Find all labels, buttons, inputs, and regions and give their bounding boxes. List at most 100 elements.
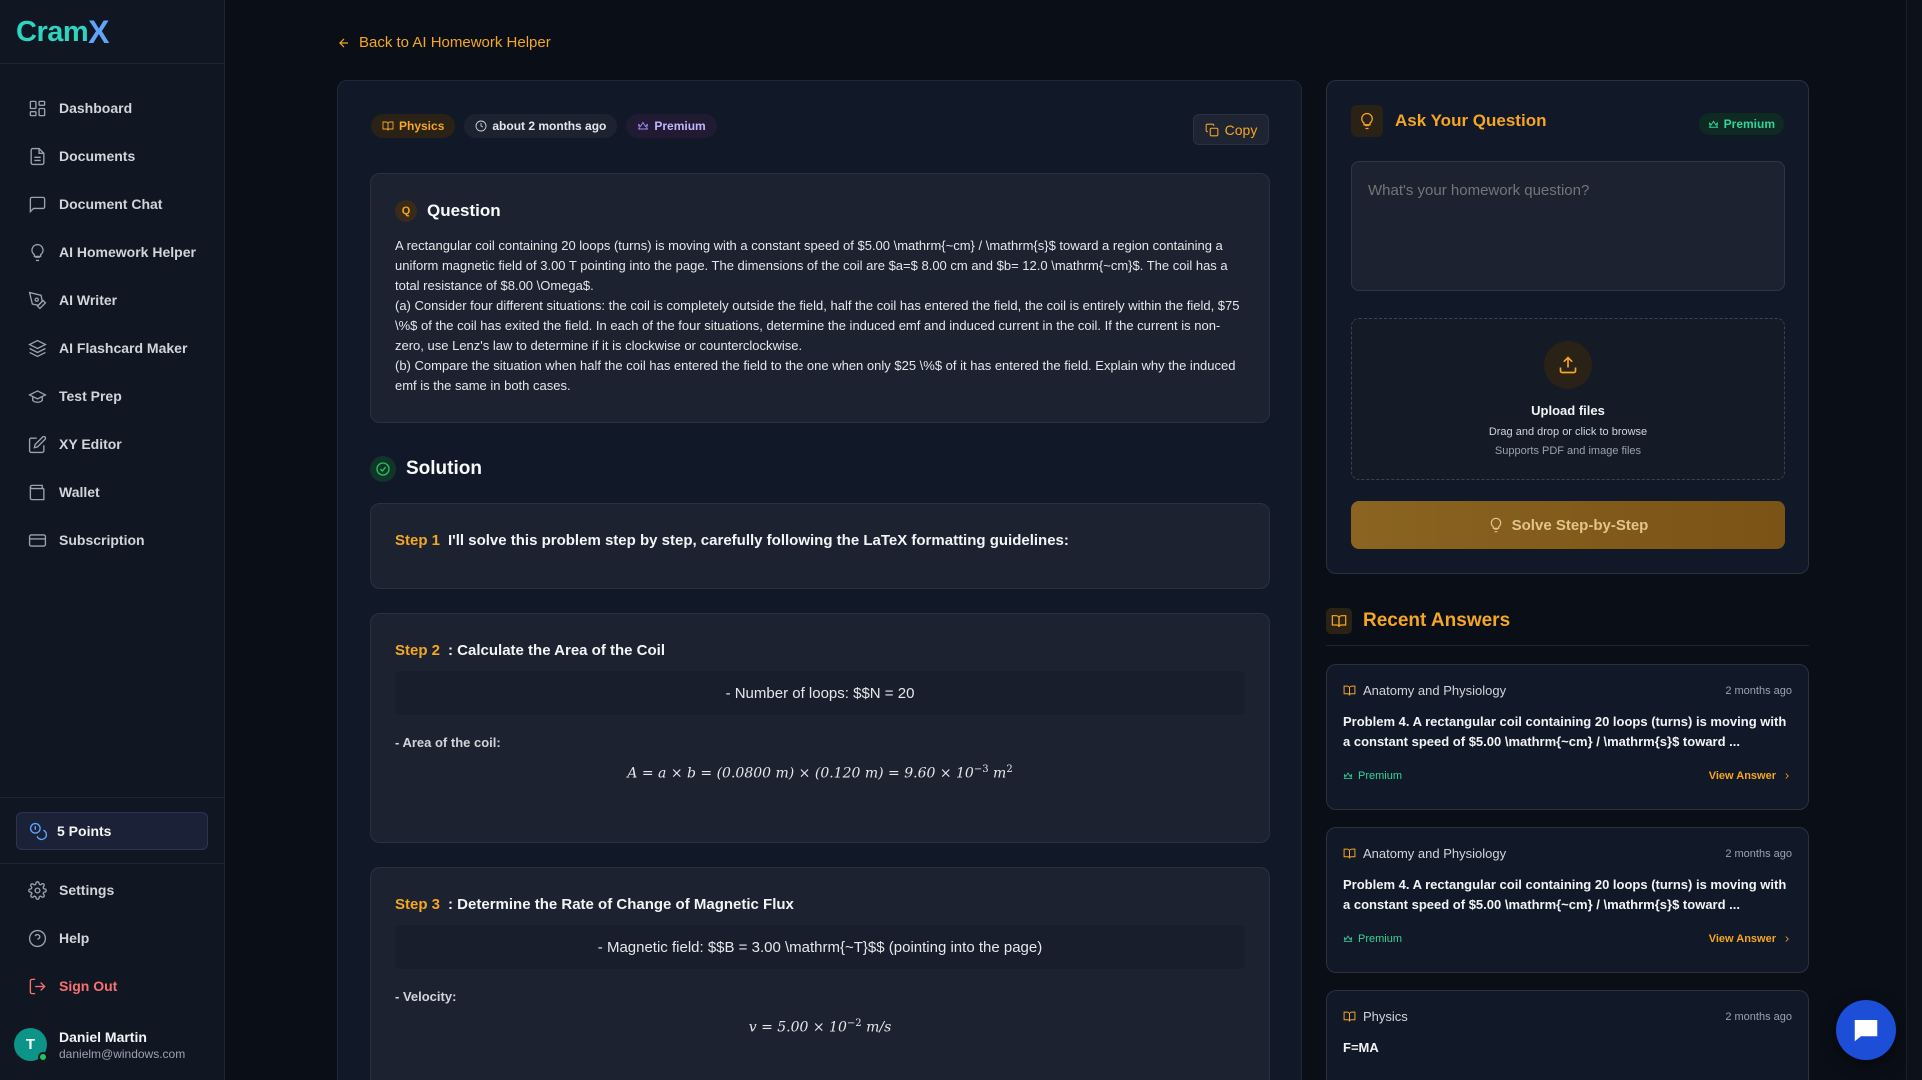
sidebar-item-label: Sign Out bbox=[59, 978, 118, 994]
bulb-icon bbox=[31, 243, 44, 261]
book-icon bbox=[382, 121, 394, 131]
recent-answer-card[interactable]: Physics 2 months ago F=MA bbox=[1326, 990, 1809, 1080]
sidebar: Cram X Dashboard Documents Document Chat … bbox=[0, 0, 225, 1080]
subject-tag: Physics bbox=[371, 114, 456, 138]
sidebar-item-ai-homework-helper[interactable]: AI Homework Helper bbox=[16, 228, 210, 276]
step-header: Step 2 : Calculate the Area of the Coil bbox=[395, 642, 1245, 659]
premium-label: Premium bbox=[1358, 770, 1403, 782]
app-logo[interactable]: Cram X bbox=[16, 12, 109, 52]
page-scrollbar[interactable] bbox=[1906, 0, 1922, 1080]
book-icon bbox=[1326, 608, 1352, 634]
user-name: Daniel Martin bbox=[59, 1028, 147, 1045]
sidebar-item-ai-flashcard-maker[interactable]: AI Flashcard Maker bbox=[16, 324, 210, 372]
avatar: T bbox=[14, 1028, 48, 1062]
chat-support-button[interactable] bbox=[1836, 1000, 1896, 1060]
step-formula: v = 5.00 × 10−2 m/s bbox=[395, 1018, 1245, 1036]
math-block: - Number of loops: $$N = 20 bbox=[395, 671, 1245, 715]
formula-text: A = a × b = (0.0800 m) × (0.120 m) = 9.6… bbox=[627, 765, 974, 782]
graduation-cap-icon bbox=[28, 389, 47, 403]
ask-title: Ask Your Question bbox=[1395, 111, 1547, 130]
recent-answer-card[interactable]: Anatomy and Physiology 2 months ago Prob… bbox=[1326, 664, 1809, 810]
solution-step: Step 2 : Calculate the Area of the Coil … bbox=[370, 613, 1270, 843]
recent-card-header: Anatomy and Physiology 2 months ago bbox=[1343, 846, 1792, 861]
question-title: Question bbox=[427, 201, 501, 220]
solution-step: Step 3 : Determine the Rate of Change of… bbox=[370, 867, 1270, 1080]
recent-answers-header: Recent Answers bbox=[1326, 608, 1510, 634]
premium-badge-label: Premium bbox=[1723, 117, 1775, 131]
sidebar-item-label: Document Chat bbox=[59, 196, 163, 212]
chevron-right-icon bbox=[1785, 773, 1789, 779]
premium-tag: Premium bbox=[626, 114, 717, 138]
copy-button[interactable]: Copy bbox=[1193, 114, 1269, 145]
file-upload-dropzone[interactable]: Upload files Drag and drop or click to b… bbox=[1351, 318, 1785, 480]
upload-supported-types: Supports PDF and image files bbox=[1494, 445, 1642, 457]
sidebar-item-xy-editor[interactable]: XY Editor bbox=[16, 420, 210, 468]
upload-title: Upload files bbox=[1531, 403, 1605, 418]
step-formula: A = a × b = (0.0800 m) × (0.120 m) = 9.6… bbox=[395, 764, 1245, 782]
recent-answer-card[interactable]: Anatomy and Physiology 2 months ago Prob… bbox=[1326, 827, 1809, 973]
user-profile[interactable]: T Daniel Martin danielm@windows.com bbox=[14, 1028, 185, 1062]
card-icon bbox=[28, 533, 47, 547]
sidebar-divider bbox=[0, 63, 224, 64]
sign-out-button[interactable]: Sign Out bbox=[16, 962, 210, 1010]
view-answer-link[interactable]: View Answer bbox=[1709, 933, 1792, 945]
chat-bubble-icon bbox=[1854, 1020, 1878, 1042]
sidebar-item-subscription[interactable]: Subscription bbox=[16, 516, 210, 564]
sidebar-item-dashboard[interactable]: Dashboard bbox=[16, 84, 210, 132]
question-tags: Physics about 2 months ago Premium bbox=[371, 114, 717, 138]
recent-card-footer: Premium View Answer bbox=[1343, 933, 1792, 945]
sidebar-item-documents[interactable]: Documents bbox=[16, 132, 210, 180]
sidebar-item-wallet[interactable]: Wallet bbox=[16, 468, 210, 516]
formula-text: v = 5.00 × 10 bbox=[748, 1019, 847, 1036]
pen-icon bbox=[28, 291, 47, 309]
sidebar-item-document-chat[interactable]: Document Chat bbox=[16, 180, 210, 228]
subject-tag-label: Physics bbox=[399, 119, 445, 133]
ask-question-panel: Ask Your Question Premium Upload files D… bbox=[1326, 80, 1809, 574]
sidebar-bottom-nav: Settings Help Sign Out bbox=[16, 866, 210, 1010]
question-header: Q Question bbox=[395, 200, 1245, 222]
crown-icon bbox=[638, 121, 649, 130]
premium-tag-label: Premium bbox=[654, 119, 706, 133]
step-title: : Calculate the Area of the Coil bbox=[448, 642, 665, 659]
sign-out-icon bbox=[29, 978, 46, 994]
ask-header: Ask Your Question bbox=[1351, 105, 1546, 137]
solve-button-label: Solve Step-by-Step bbox=[1511, 516, 1649, 534]
points-balance[interactable]: 5 Points bbox=[16, 812, 208, 850]
help-icon bbox=[28, 929, 47, 947]
book-icon bbox=[1343, 685, 1356, 696]
sidebar-item-label: XY Editor bbox=[59, 436, 122, 452]
solution-title: Solution bbox=[406, 458, 482, 479]
question-badge: Q bbox=[395, 200, 417, 222]
recent-time: 2 months ago bbox=[1725, 684, 1792, 697]
sidebar-item-test-prep[interactable]: Test Prep bbox=[16, 372, 210, 420]
sidebar-item-ai-writer[interactable]: AI Writer bbox=[16, 276, 210, 324]
crown-icon bbox=[1708, 119, 1718, 128]
recent-subject: Physics bbox=[1343, 1009, 1408, 1024]
sidebar-divider bbox=[0, 863, 224, 864]
premium-badge: Premium bbox=[1343, 933, 1402, 945]
copy-icon bbox=[1205, 123, 1219, 136]
recent-card-header: Anatomy and Physiology 2 months ago bbox=[1343, 683, 1792, 698]
sidebar-item-label: Wallet bbox=[59, 484, 100, 500]
logo-text: Cram bbox=[16, 15, 89, 48]
question-card: Q Question A rectangular coil containing… bbox=[370, 173, 1270, 423]
step-number: Step 2 bbox=[395, 642, 441, 659]
back-link-label: Back to AI Homework Helper bbox=[359, 34, 551, 51]
book-icon bbox=[1343, 848, 1356, 859]
edit-icon bbox=[28, 435, 47, 453]
question-input[interactable] bbox=[1351, 161, 1785, 291]
view-answer-link[interactable]: View Answer bbox=[1709, 770, 1792, 782]
points-label: 5 Points bbox=[57, 823, 112, 839]
user-info: Daniel Martin danielm@windows.com bbox=[59, 1029, 185, 1061]
recent-divider bbox=[1326, 645, 1809, 646]
sidebar-item-help[interactable]: Help bbox=[16, 914, 210, 962]
back-link[interactable]: Back to AI Homework Helper bbox=[337, 34, 551, 51]
recent-answers-title: Recent Answers bbox=[1363, 610, 1511, 631]
layers-icon bbox=[28, 339, 47, 357]
sidebar-item-settings[interactable]: Settings bbox=[16, 866, 210, 914]
step-sub-label: - Area of the coil: bbox=[395, 735, 501, 750]
solve-button[interactable]: Solve Step-by-Step bbox=[1351, 501, 1785, 549]
formula-unit: m/s bbox=[861, 1019, 892, 1036]
recent-card-header: Physics 2 months ago bbox=[1343, 1009, 1792, 1024]
step-number: Step 1 bbox=[395, 532, 441, 549]
